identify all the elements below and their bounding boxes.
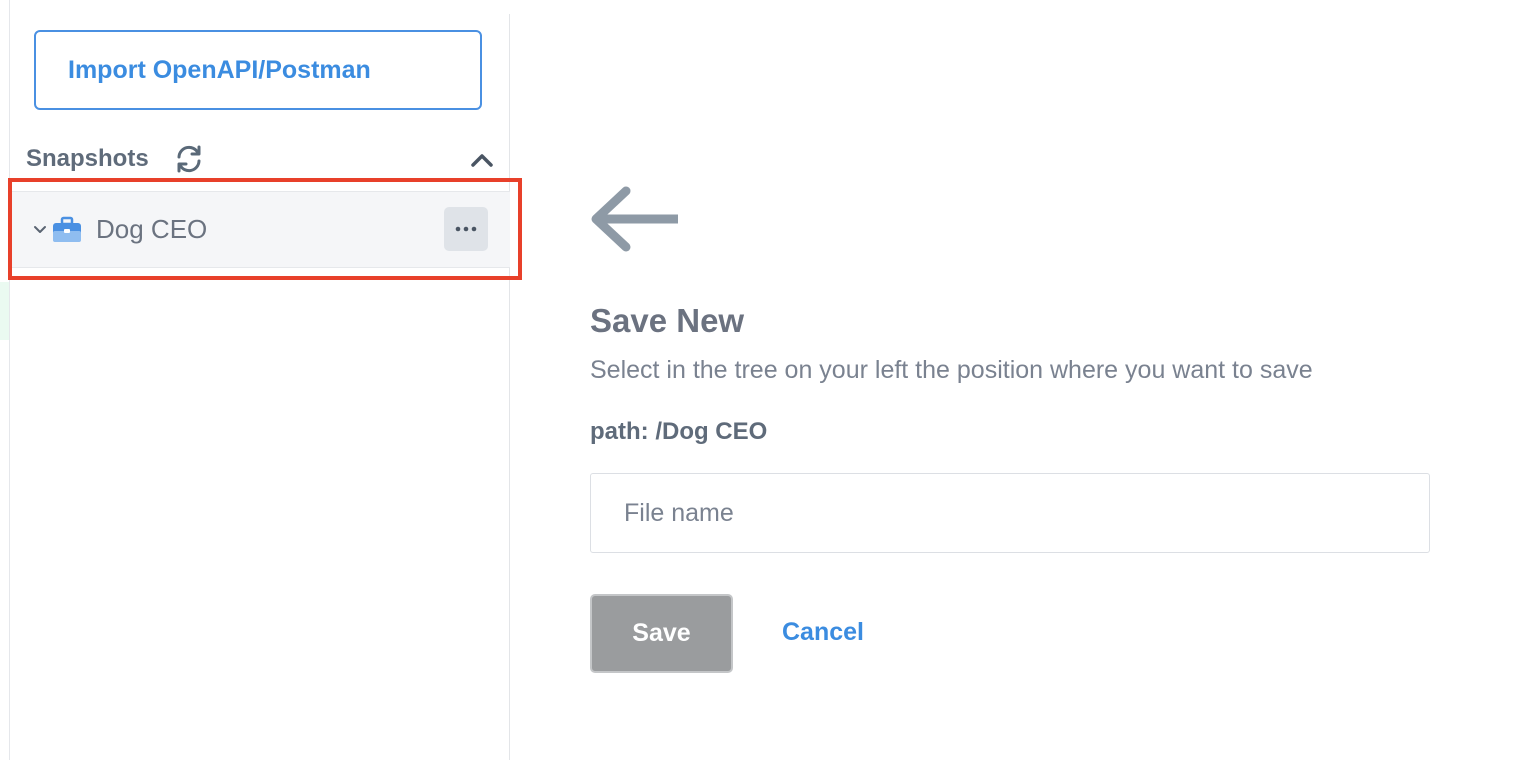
sidebar: Import OpenAPI/Postman Snapshots Dog CEO	[10, 14, 510, 760]
more-options-icon[interactable]	[444, 207, 488, 251]
form-description: Select in the tree on your left the posi…	[590, 356, 1313, 384]
file-name-input[interactable]	[590, 473, 1430, 553]
snapshots-header: Snapshots	[26, 142, 496, 176]
left-edge-strip	[0, 0, 10, 760]
import-openapi-postman-button[interactable]: Import OpenAPI/Postman	[34, 30, 482, 110]
cancel-button[interactable]: Cancel	[782, 618, 864, 647]
tree-item-label: Dog CEO	[96, 214, 208, 244]
refresh-icon[interactable]	[173, 143, 205, 175]
save-path: path: /Dog CEO	[590, 418, 768, 445]
form-title: Save New	[590, 302, 745, 339]
snapshots-title: Snapshots	[26, 145, 149, 172]
arrow-left-icon	[586, 186, 682, 252]
tree-item-dog-ceo[interactable]: Dog CEO	[10, 191, 510, 268]
save-button[interactable]: Save	[590, 594, 733, 673]
chevron-up-icon[interactable]	[468, 146, 496, 174]
edge-accent	[0, 282, 9, 340]
chevron-down-icon[interactable]	[32, 222, 48, 238]
briefcase-icon	[52, 215, 82, 245]
